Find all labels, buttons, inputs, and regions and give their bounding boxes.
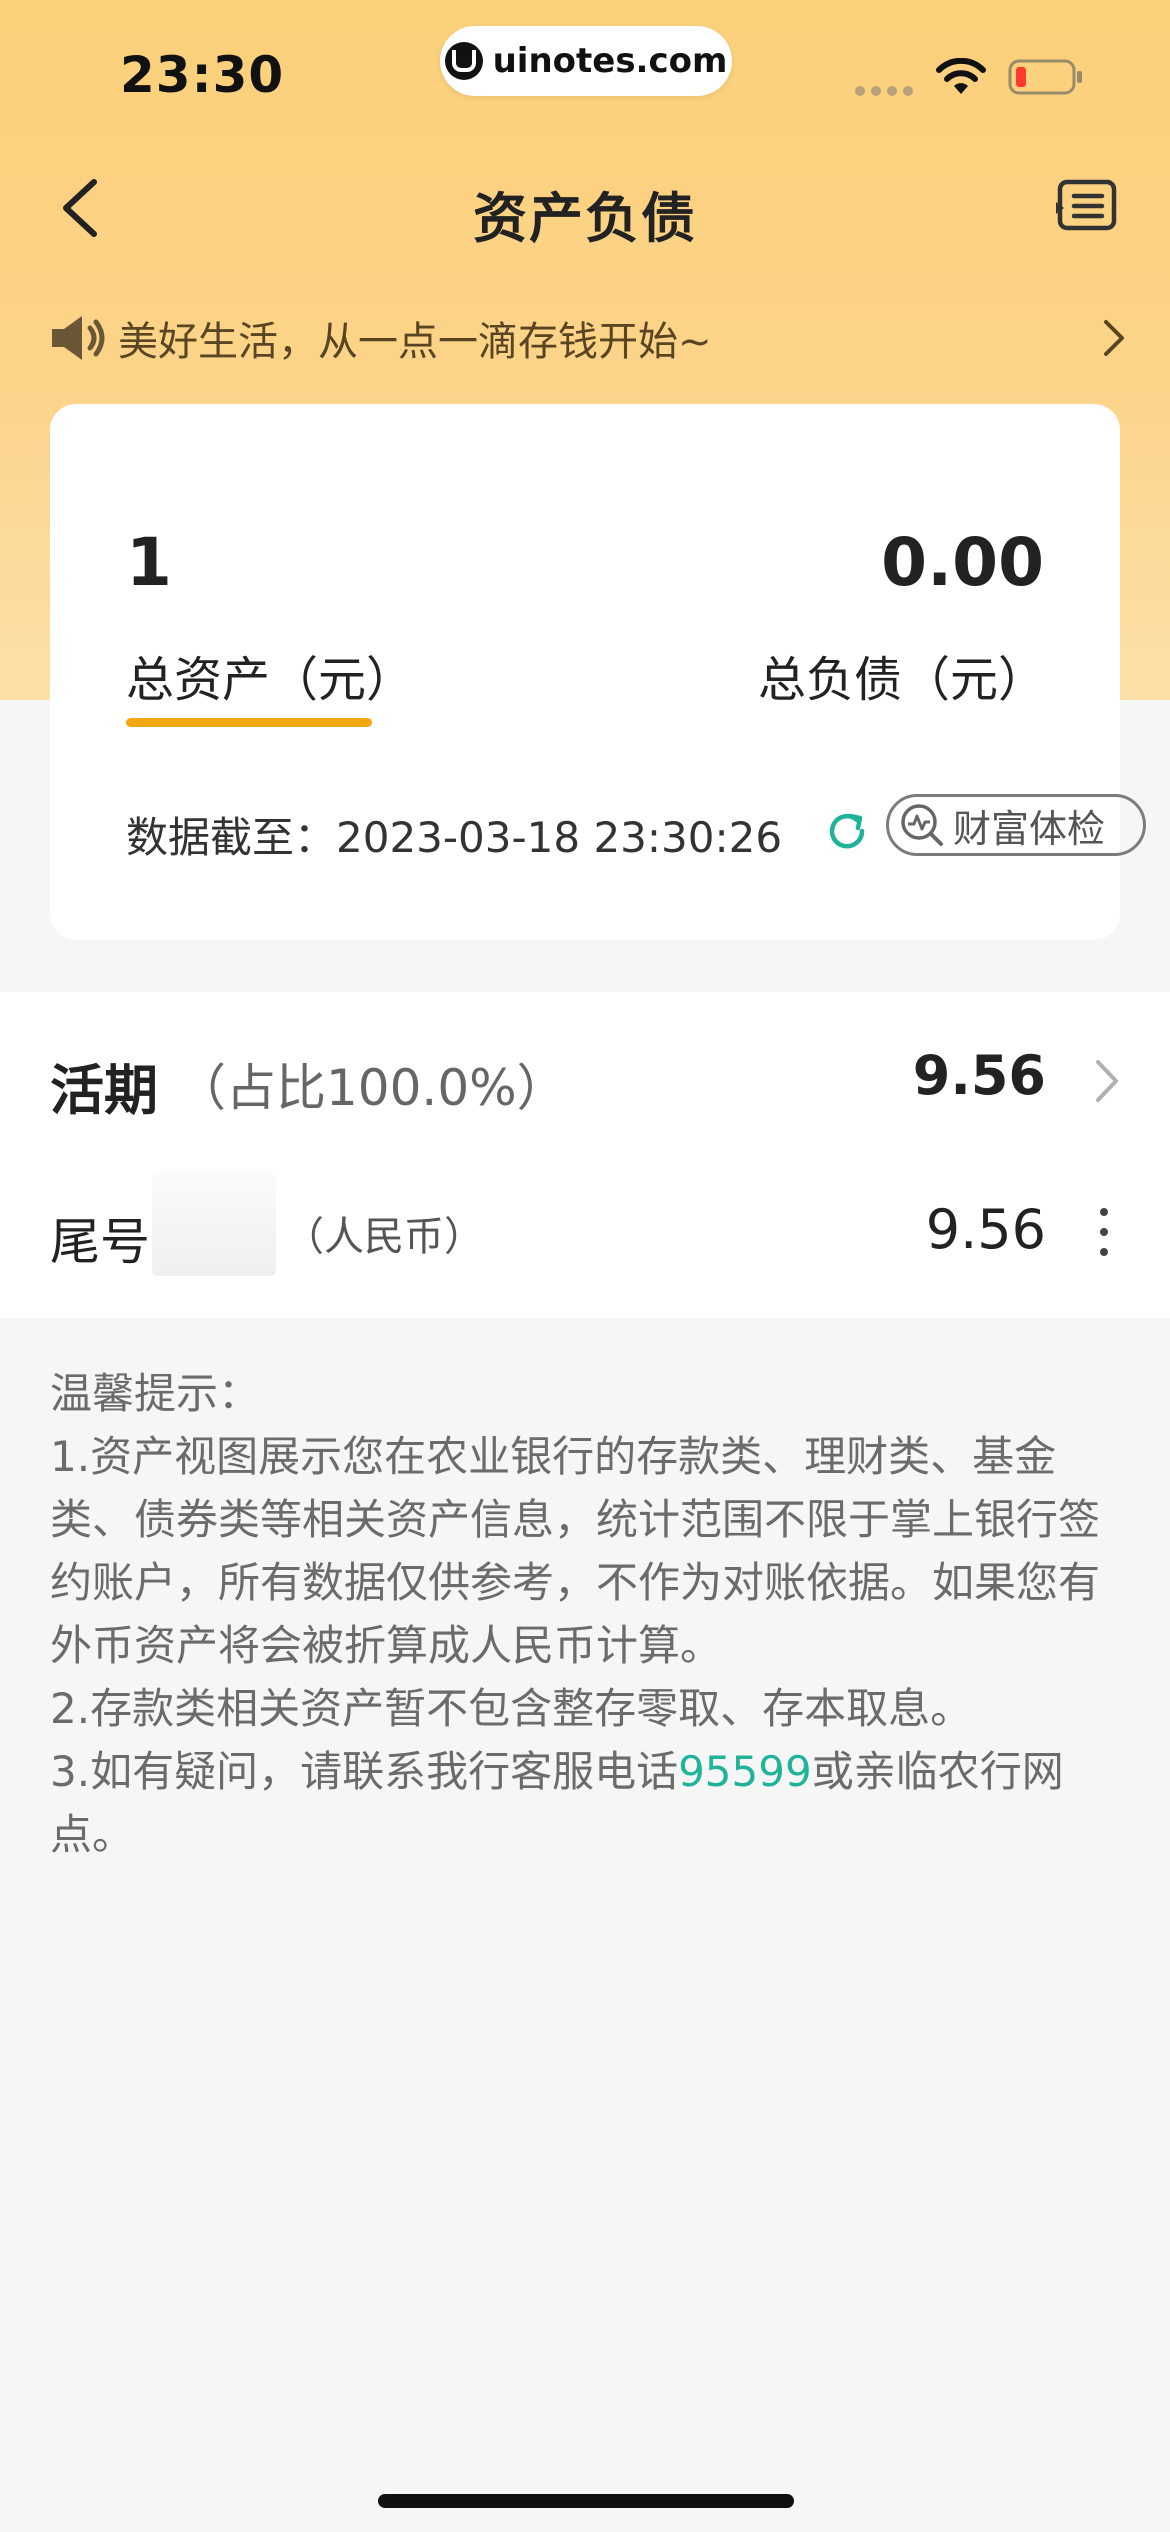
account-item[interactable]: 尾号 （人民币） 9.56 bbox=[0, 1172, 1170, 1318]
home-indicator bbox=[378, 2494, 794, 2508]
account-list: 活期 （占比100.0%） 9.56 尾号 （人民币） 9.56 bbox=[0, 992, 1170, 1318]
chevron-right-icon bbox=[1104, 320, 1124, 356]
demand-deposit-row[interactable]: 活期 （占比100.0%） 9.56 bbox=[0, 992, 1170, 1172]
wealth-check-button[interactable]: 财富体检 bbox=[886, 794, 1146, 856]
tips-section: 温馨提示： 1.资产视图展示您在农业银行的存款类、理财类、基金类、债券类等相关资… bbox=[50, 1362, 1130, 1866]
tab-total-liabilities[interactable]: 总负债（元） bbox=[758, 640, 1046, 710]
site-watermark-pill: uinotes.com bbox=[440, 26, 732, 96]
status-bar: 23:30 uinotes.com bbox=[0, 0, 1170, 150]
tips-line-2: 2.存款类相关资产暂不包含整存零取、存本取息。 bbox=[50, 1684, 973, 1733]
data-date-row: 数据截至：2023-03-18 23:30:26 bbox=[126, 804, 782, 865]
account-number-mask bbox=[152, 1172, 276, 1276]
tips-title: 温馨提示： bbox=[50, 1369, 261, 1418]
total-assets-value: 1 bbox=[126, 524, 172, 601]
tips-line-3-prefix: 3.如有疑问，请联系我行客服电话 bbox=[50, 1747, 679, 1796]
wealth-check-icon bbox=[901, 804, 943, 846]
total-liabilities-value: 0.00 bbox=[881, 524, 1044, 601]
statement-menu-icon[interactable] bbox=[1054, 176, 1118, 236]
more-vertical-icon[interactable] bbox=[1092, 1204, 1116, 1260]
battery-low-icon bbox=[1008, 59, 1082, 95]
demand-ratio: （占比100.0%） bbox=[176, 1059, 567, 1117]
demand-amount: 9.56 bbox=[912, 1044, 1046, 1107]
signal-icon bbox=[855, 86, 913, 96]
service-phone-link[interactable]: 95599 bbox=[678, 1747, 812, 1796]
refresh-icon[interactable] bbox=[824, 808, 870, 854]
nav-bar: 资产负债 bbox=[0, 150, 1170, 270]
asset-summary-card: 1 0.00 总资产（元） 总负债（元） 数据截至：2023-03-18 23:… bbox=[50, 404, 1146, 940]
active-tab-indicator bbox=[126, 718, 372, 727]
wealth-check-label: 财富体检 bbox=[953, 806, 1106, 851]
wifi-icon bbox=[936, 58, 986, 94]
date-label: 数据截至： bbox=[126, 813, 337, 862]
date-value: 2023-03-18 23:30:26 bbox=[336, 813, 783, 862]
speaker-icon bbox=[52, 316, 105, 360]
notice-text: 美好生活，从一点一滴存钱开始~ bbox=[118, 319, 712, 365]
tab-total-assets[interactable]: 总资产（元） bbox=[126, 640, 414, 710]
notice-banner[interactable]: 美好生活，从一点一滴存钱开始~ bbox=[48, 300, 1128, 376]
site-watermark-text: uinotes.com bbox=[492, 41, 728, 81]
page-title: 资产负债 bbox=[473, 187, 697, 250]
site-logo-icon bbox=[444, 42, 483, 80]
status-time: 23:30 bbox=[120, 46, 285, 104]
tips-line-3: 3.如有疑问，请联系我行客服电话95599或亲临农行网点。 bbox=[50, 1740, 1130, 1866]
tips-line-1: 1.资产视图展示您在农业银行的存款类、理财类、基金类、债券类等相关资产信息，统计… bbox=[50, 1432, 1101, 1670]
account-currency: （人民币） bbox=[284, 1214, 484, 1260]
account-tail-label: 尾号 bbox=[50, 1213, 150, 1271]
account-amount: 9.56 bbox=[925, 1198, 1046, 1261]
chevron-right-icon bbox=[1096, 1060, 1118, 1102]
demand-title: 活期 bbox=[50, 1059, 158, 1122]
